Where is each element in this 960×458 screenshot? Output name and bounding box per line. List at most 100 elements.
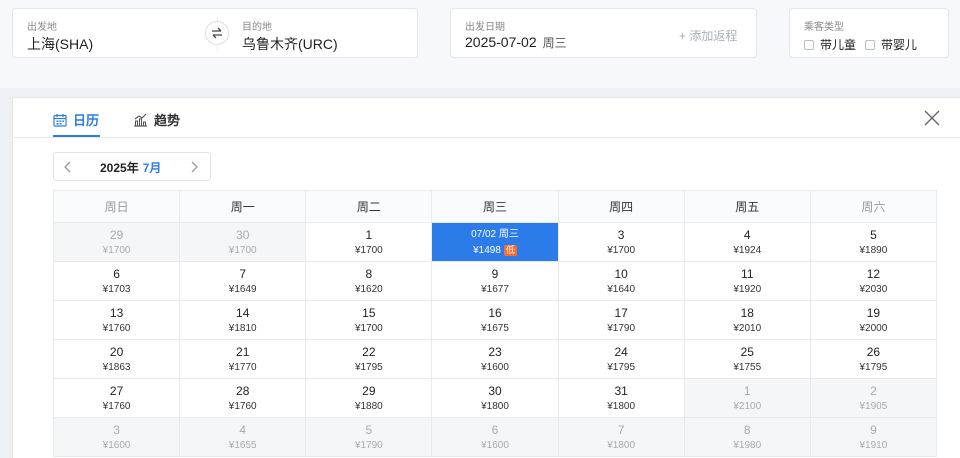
calendar-day[interactable]: 7 ¥1800 xyxy=(558,418,685,457)
child-checkbox[interactable]: 带儿童 xyxy=(804,36,856,53)
day-price: ¥1795 xyxy=(860,361,888,374)
day-price-value: ¥1700 xyxy=(228,244,257,256)
calendar-day[interactable]: 6 ¥1600 xyxy=(432,418,559,457)
calendar-day[interactable]: 21 ¥1770 xyxy=(180,340,307,379)
calendar-day[interactable]: 26 ¥1795 xyxy=(810,340,937,379)
day-price-value: ¥1920 xyxy=(733,283,762,295)
next-month-button[interactable] xyxy=(188,160,200,174)
calendar-day[interactable]: 18 ¥2010 xyxy=(684,301,811,340)
destination-input[interactable]: 乌鲁木齐(URC) xyxy=(242,34,338,54)
calendar-week-row: 3 ¥1600 4 ¥1655 5 ¥1790 6 ¥1600 7 ¥1800 8 ¥1980 9 ¥19… xyxy=(54,418,937,457)
calendar-grid: 周日 周一 周二 周三 周四 周五 周六 29 ¥1700 30 ¥1700 1 ¥170… xyxy=(53,190,937,457)
calendar-day[interactable]: 22 ¥1795 xyxy=(306,340,433,379)
day-price: ¥1980 xyxy=(733,439,761,452)
calendar-day[interactable]: 4 ¥1924 xyxy=(684,223,811,262)
day-price-value: ¥1790 xyxy=(607,322,636,334)
calendar-day[interactable]: 24 ¥1795 xyxy=(558,340,685,379)
day-price-value: ¥1880 xyxy=(354,400,383,412)
calendar-day[interactable]: 23 ¥1600 xyxy=(432,340,559,379)
calendar-day[interactable]: 28 ¥1760 xyxy=(180,379,307,418)
calendar-day[interactable]: 6 ¥1703 xyxy=(54,262,181,301)
day-price-value: ¥1760 xyxy=(228,400,257,412)
calendar-day[interactable]: 3 ¥1700 xyxy=(558,223,685,262)
lowest-price-badge: 低 xyxy=(503,244,517,256)
day-price-value: ¥1703 xyxy=(102,283,131,295)
calendar-day[interactable]: 25 ¥1755 xyxy=(684,340,811,379)
calendar-day[interactable]: 29 ¥1700 xyxy=(54,223,181,262)
calendar-day[interactable]: 5 ¥1790 xyxy=(306,418,433,457)
day-price-value: ¥1795 xyxy=(354,361,383,373)
day-price: ¥1675 xyxy=(481,322,509,335)
date-input[interactable]: 2025-07-02 周三 xyxy=(465,34,567,51)
calendar-week-row: 20 ¥1863 21 ¥1770 22 ¥1795 23 ¥1600 24 ¥1795 25 ¥17… xyxy=(54,340,937,379)
calendar-day[interactable]: 12 ¥2030 xyxy=(810,262,937,301)
day-number: 24 xyxy=(614,344,628,359)
close-button[interactable] xyxy=(923,109,941,127)
child-checkbox-label: 带儿童 xyxy=(820,38,857,52)
weekday-fri: 周五 xyxy=(684,191,811,223)
day-price: ¥1498 低 xyxy=(473,244,517,257)
calendar-day[interactable]: 31 ¥1800 xyxy=(558,379,685,418)
calendar-day[interactable]: 5 ¥1890 xyxy=(810,223,937,262)
calendar-day[interactable]: 16 ¥1675 xyxy=(432,301,559,340)
day-number: 26 xyxy=(866,344,881,359)
day-number: 1 xyxy=(365,227,373,242)
day-price: ¥1863 xyxy=(103,361,131,374)
day-number: 14 xyxy=(236,305,250,320)
day-price: ¥1700 xyxy=(607,244,635,257)
calendar-day[interactable]: 1 ¥1700 xyxy=(306,223,433,262)
calendar-day[interactable]: 7 ¥1649 xyxy=(180,262,307,301)
day-number: 5 xyxy=(365,422,373,437)
calendar-day[interactable]: 9 ¥1677 xyxy=(432,262,559,301)
current-year: 2025年 xyxy=(100,161,139,175)
weekday-header: 周日 周一 周二 周三 周四 周五 周六 xyxy=(54,191,937,223)
calendar-day[interactable]: 13 ¥1760 xyxy=(54,301,181,340)
calendar-day[interactable]: 27 ¥1760 xyxy=(54,379,181,418)
calendar-day[interactable]: 2 ¥1905 xyxy=(810,379,937,418)
calendar-day[interactable]: 4 ¥1655 xyxy=(180,418,307,457)
day-number: 30 xyxy=(236,227,250,242)
day-number: 19 xyxy=(866,305,881,320)
day-price: ¥1655 xyxy=(229,439,257,452)
calendar-day[interactable]: 17 ¥1790 xyxy=(558,301,685,340)
chevron-right-icon xyxy=(191,161,198,173)
calendar-day[interactable]: 30 ¥1800 xyxy=(432,379,559,418)
infant-checkbox[interactable]: 带婴儿 xyxy=(865,36,917,53)
calendar-day[interactable]: 9 ¥1910 xyxy=(810,418,937,457)
add-return-button[interactable]: + 添加返程 xyxy=(679,27,737,44)
day-price-value: ¥1924 xyxy=(733,244,762,256)
day-number: 3 xyxy=(617,227,625,242)
calendar-week-row: 29 ¥1700 30 ¥1700 1 ¥1700 07/02 周三 ¥1498 低 3 ¥1700… xyxy=(54,223,937,262)
swap-route-button[interactable] xyxy=(205,21,229,45)
tab-trend[interactable]: 趋势 xyxy=(133,110,180,129)
calendar-day[interactable]: 3 ¥1600 xyxy=(54,418,181,457)
day-price: ¥1810 xyxy=(229,322,257,335)
calendar-day[interactable]: 14 ¥1810 xyxy=(180,301,307,340)
calendar-day[interactable]: 20 ¥1863 xyxy=(54,340,181,379)
calendar-day[interactable]: 19 ¥2000 xyxy=(810,301,937,340)
date-value: 2025-07-02 xyxy=(465,34,537,50)
checkbox-icon xyxy=(804,39,814,50)
calendar-day[interactable]: 8 ¥1980 xyxy=(684,418,811,457)
current-month-value: 7月 xyxy=(142,161,162,175)
day-number: 9 xyxy=(870,422,877,437)
calendar-day[interactable]: 29 ¥1880 xyxy=(306,379,433,418)
calendar-day-selected[interactable]: 07/02 周三 ¥1498 低 xyxy=(432,223,559,262)
calendar-day[interactable]: 15 ¥1700 xyxy=(306,301,433,340)
day-number: 15 xyxy=(362,305,376,320)
calendar-day[interactable]: 10 ¥1640 xyxy=(558,262,685,301)
tab-calendar[interactable]: 日历 xyxy=(53,110,99,129)
day-price: ¥2000 xyxy=(860,322,888,335)
day-number: 8 xyxy=(365,266,373,281)
origin-input[interactable]: 上海(SHA) xyxy=(27,34,93,54)
day-price: ¥1700 xyxy=(355,322,383,335)
prev-month-button[interactable] xyxy=(62,160,74,174)
day-number: 20 xyxy=(109,344,124,359)
day-number: 30 xyxy=(488,383,502,398)
calendar-day[interactable]: 11 ¥1920 xyxy=(684,262,811,301)
calendar-day[interactable]: 8 ¥1620 xyxy=(306,262,433,301)
price-calendar-panel: 日历 趋势 2025年 7月 周日 周一 周二 周三 周四 周五 周六 29 ¥… xyxy=(12,97,960,458)
calendar-day[interactable]: 30 ¥1700 xyxy=(180,223,307,262)
day-number: 27 xyxy=(109,383,124,398)
calendar-day[interactable]: 1 ¥2100 xyxy=(684,379,811,418)
